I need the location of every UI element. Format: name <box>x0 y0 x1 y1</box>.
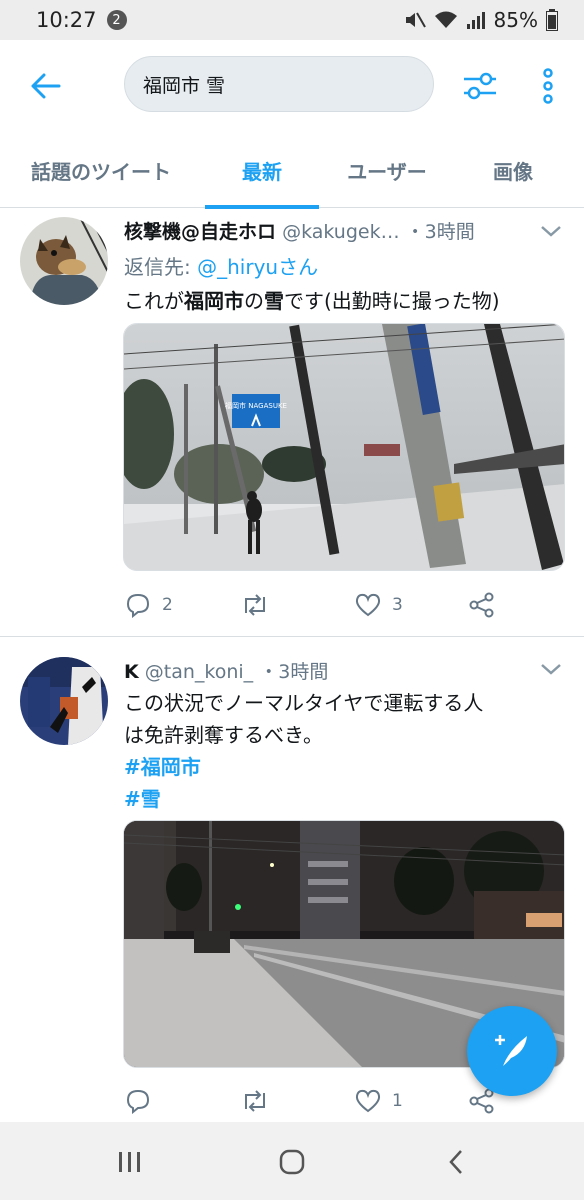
compose-tweet-button[interactable] <box>467 1006 557 1096</box>
reply-icon <box>126 593 150 618</box>
share-button[interactable] <box>468 589 496 621</box>
text-highlight: 福岡市 <box>184 289 244 313</box>
reply-icon <box>126 1089 150 1114</box>
reply-context: 返信先: @_hiryuさん <box>124 251 318 280</box>
retweet-button[interactable] <box>240 1085 280 1117</box>
tab-label: 話題のツイート <box>31 159 171 184</box>
status-bar: 10:27 2 85% <box>0 0 584 40</box>
tweet-header: 核撃機@自走ホロ @kakugek… ・3時間 <box>124 217 475 244</box>
avatar[interactable] <box>20 657 108 745</box>
display-name[interactable]: K <box>124 661 139 683</box>
tweet-text: これが福岡市の雪です(出勤時に撮った物) <box>124 285 500 314</box>
tweet-header: K @tan_koni_ ・3時間 <box>124 657 328 684</box>
tweet-text-line: この状況でノーマルタイヤで運転する人 <box>124 691 484 715</box>
chevron-left-icon <box>449 1150 462 1174</box>
tweet-actions: 2 3 <box>124 589 564 621</box>
back-button[interactable] <box>24 64 68 108</box>
tweet[interactable]: 核撃機@自走ホロ @kakugek… ・3時間 返信先: @_hiryuさん こ… <box>0 209 584 637</box>
like-count: 1 <box>392 1091 403 1111</box>
like-button[interactable]: 3 <box>354 589 403 621</box>
tweet-text-line: は免許剥奪するべき。 <box>124 723 323 747</box>
sliders-icon <box>464 72 496 100</box>
tab-top-tweets[interactable]: 話題のツイート <box>0 132 202 208</box>
tab-label: ユーザー <box>347 159 427 184</box>
hashtag-link[interactable]: #福岡市 <box>124 751 201 780</box>
text-part: です(出勤時に撮った物) <box>284 289 500 313</box>
reply-to-link[interactable]: @_hiryuさん <box>197 255 318 279</box>
heart-icon <box>355 1089 381 1113</box>
text-part: これが <box>124 289 184 313</box>
tweet-menu-button[interactable] <box>538 659 564 679</box>
system-back-button[interactable] <box>426 1142 486 1182</box>
signal-icon <box>466 10 486 30</box>
home-icon <box>279 1149 305 1175</box>
avatar[interactable] <box>20 217 108 305</box>
retweet-button[interactable] <box>240 589 280 621</box>
avatar-image <box>20 217 108 305</box>
tweet-menu-button[interactable] <box>538 221 564 241</box>
reply-button[interactable]: 2 <box>124 589 173 621</box>
search-tabs: 話題のツイート 最新 ユーザー 画像 <box>0 132 584 209</box>
battery-icon <box>546 9 558 31</box>
road-sign-text: 福岡市 NAGASUKE <box>225 401 287 410</box>
arrow-left-icon <box>31 73 61 99</box>
more-vertical-icon <box>543 68 553 104</box>
retweet-icon <box>245 594 265 616</box>
search-query: 福岡市 雪 <box>143 74 226 97</box>
retweet-icon <box>245 1090 265 1112</box>
tab-label: 最新 <box>242 159 282 184</box>
status-time: 10:27 <box>36 8 97 32</box>
text-part: の <box>244 289 264 313</box>
share-icon <box>469 592 494 618</box>
text-highlight: 雪 <box>264 289 284 313</box>
tab-label: 画像 <box>493 159 533 184</box>
wifi-icon <box>434 10 458 30</box>
more-options-button[interactable] <box>530 64 566 108</box>
tab-latest[interactable]: 最新 <box>205 132 319 209</box>
hashtag-link[interactable]: #雪 <box>124 783 161 812</box>
snowy-street-photo: 福岡市 NAGASUKE <box>124 324 564 570</box>
search-filter-button[interactable] <box>458 64 502 108</box>
reply-count: 2 <box>162 595 173 615</box>
system-nav-bar <box>0 1122 584 1200</box>
search-input[interactable]: 福岡市 雪 <box>124 56 434 112</box>
app-bar: 福岡市 雪 <box>0 40 584 132</box>
tweet-photo[interactable]: 福岡市 NAGASUKE <box>123 323 565 571</box>
notification-badge: 2 <box>106 10 127 30</box>
tweet-time: ・3時間 <box>405 221 475 243</box>
like-count: 3 <box>392 595 403 615</box>
user-handle[interactable]: @tan_koni_ <box>145 661 253 683</box>
chevron-down-icon <box>541 664 561 675</box>
heart-icon <box>355 593 381 617</box>
battery-level: 85% <box>493 8 538 32</box>
mute-icon <box>404 10 426 30</box>
tweet-time: ・3時間 <box>259 661 329 683</box>
like-button[interactable]: 1 <box>354 1085 403 1117</box>
home-button[interactable] <box>262 1142 322 1182</box>
recent-apps-button[interactable] <box>100 1142 160 1182</box>
display-name[interactable]: 核撃機@自走ホロ <box>124 221 276 243</box>
chevron-down-icon <box>541 226 561 237</box>
avatar-image <box>20 657 108 745</box>
reply-prefix: 返信先: <box>124 255 191 279</box>
reply-button[interactable] <box>124 1085 162 1117</box>
recents-icon <box>119 1152 140 1172</box>
tab-images[interactable]: 画像 <box>458 132 568 208</box>
feather-plus-icon <box>495 1035 527 1066</box>
tab-users[interactable]: ユーザー <box>322 132 452 208</box>
user-handle[interactable]: @kakugek… <box>282 221 400 243</box>
